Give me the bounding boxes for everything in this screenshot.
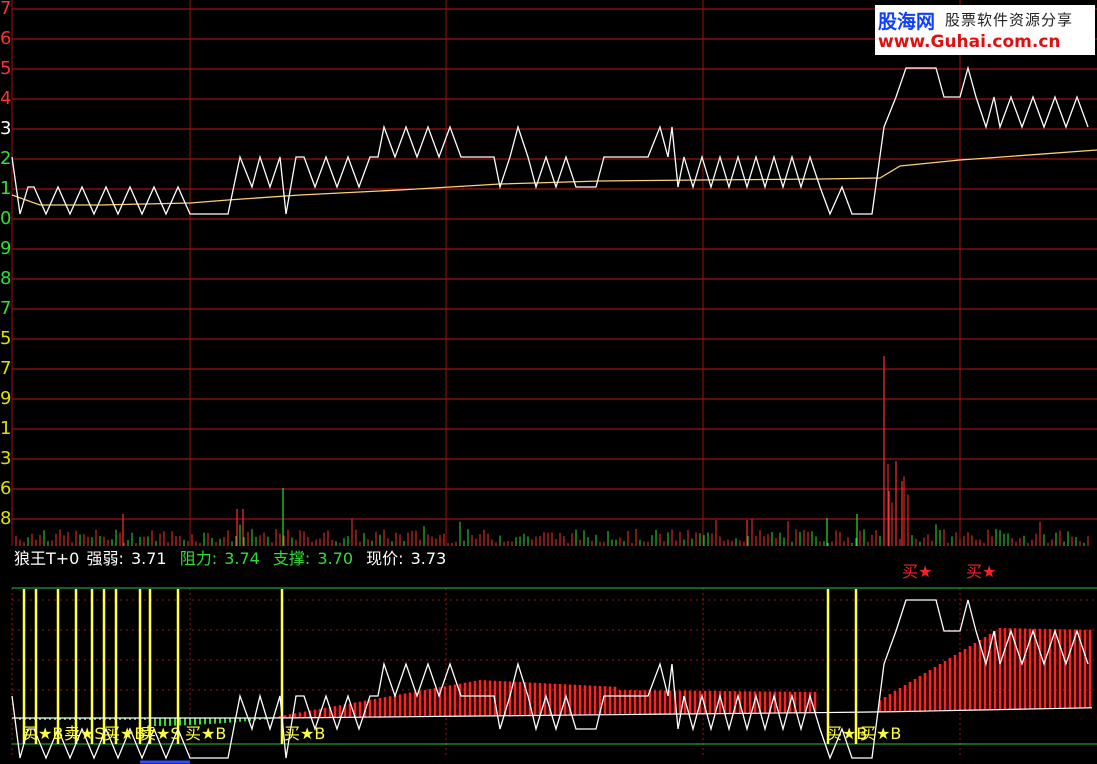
- price-label: 现价:: [366, 549, 404, 568]
- indicator-name: 狼王T+0: [14, 549, 80, 568]
- price-axis-label: 3: [0, 448, 12, 469]
- price-axis-label: 8: [0, 508, 12, 529]
- price-grid: [12, 8, 1097, 520]
- price-axis-label: 7: [0, 358, 12, 379]
- signal-buy-3: 买★B: [185, 724, 227, 743]
- price-axis-label: 7: [0, 298, 12, 319]
- signal-sell-2: 卖★S: [140, 724, 181, 743]
- average-price-line: [11, 149, 1097, 206]
- watermark: 股海网 股票软件资源分享 www.Guhai.com.cn: [875, 5, 1095, 55]
- strength-value: 3.71: [130, 549, 167, 568]
- price-axis-label: 9: [0, 388, 12, 409]
- price-axis-label: 6: [0, 478, 12, 499]
- price-axis-label: 0: [0, 208, 12, 229]
- signal-buy-4: 买★B: [284, 724, 326, 743]
- signal-buy-star-2: 买★: [966, 562, 997, 581]
- indicator-title-bar: 狼王T+0 强弱: 3.71 阻力: 3.74 支撑: 3.70 现价: 3.7…: [14, 549, 448, 569]
- resistance-label: 阻力:: [179, 549, 218, 568]
- resistance-value: 3.74: [224, 549, 260, 568]
- price-axis-label: 1: [0, 418, 12, 439]
- support-value: 3.70: [317, 549, 354, 568]
- intraday-chart[interactable]: [0, 0, 1097, 764]
- price-value: 3.73: [410, 549, 447, 568]
- price-line: [11, 65, 1089, 216]
- volume-bars: [15, 356, 1089, 546]
- strength-label: 强弱:: [86, 549, 124, 568]
- signal-sell-1: 卖★S: [64, 724, 105, 743]
- watermark-brand: 股海网: [878, 11, 936, 33]
- price-axis-label: 5: [0, 328, 12, 349]
- price-axis-label: 4: [0, 88, 12, 109]
- price-axis-label: 3: [0, 118, 12, 139]
- support-label: 支撑:: [272, 549, 311, 568]
- signal-buy-1: 买★B: [22, 724, 64, 743]
- price-axis-label: 9: [0, 238, 12, 259]
- watermark-slogan: 股票软件资源分享: [945, 11, 1074, 29]
- price-axis-label: 6: [0, 28, 12, 49]
- price-axis-label: 7: [0, 0, 12, 19]
- price-axis-label: 5: [0, 58, 12, 79]
- price-axis-label: 1: [0, 178, 12, 199]
- price-axis-label: 2: [0, 148, 12, 169]
- signal-buy-star-1: 买★: [902, 562, 933, 581]
- time-grid: [11, 0, 961, 758]
- watermark-url: www.Guhai.com.cn: [878, 32, 1061, 52]
- signal-buy-6: 买★B: [860, 724, 902, 743]
- price-axis-label: 8: [0, 268, 12, 289]
